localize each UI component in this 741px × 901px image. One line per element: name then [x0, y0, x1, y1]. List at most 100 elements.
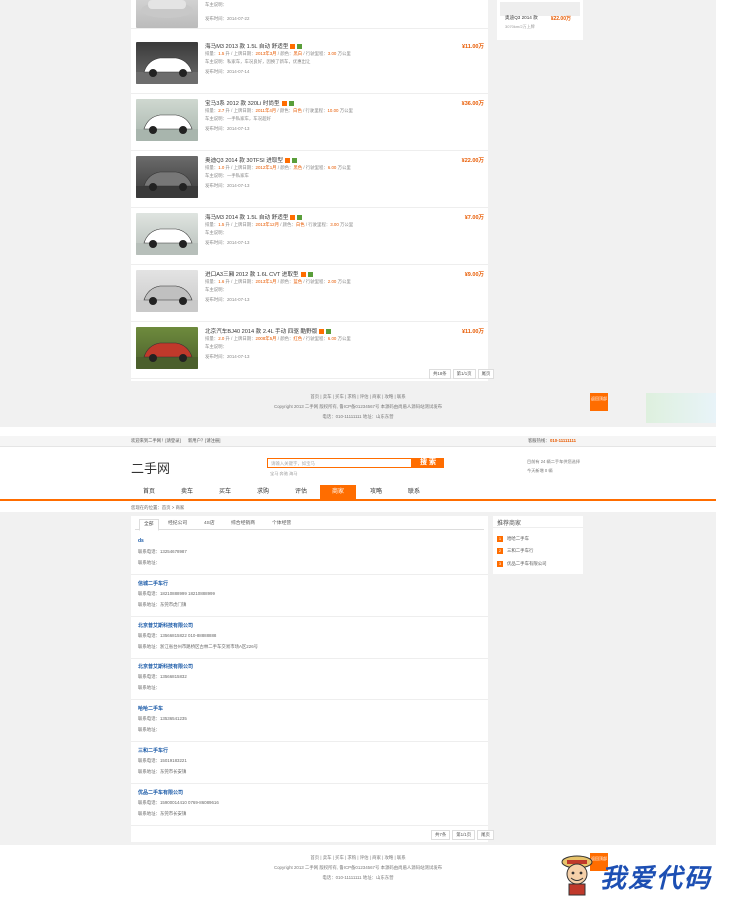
recommended-dealers: 推荐商家 1 哈哈二手车 2 三和二手车行 3 优品二手车有限公司 [493, 516, 583, 574]
car-title[interactable]: 宝马3系 2012 款 320Li 时尚型 [205, 99, 294, 107]
pager-total: 共7条 [431, 830, 451, 840]
rec-item-label[interactable]: 三和二手车行 [507, 548, 533, 553]
car-specs: 排量：2.0 升 / 上牌日期：2008年5月 / 颜色：红色 / 行驶里程：6… [205, 336, 351, 341]
dealer-address: 联系地址： [138, 685, 160, 691]
dealer-address: 联系地址：东莞市长安镇 [138, 810, 187, 816]
dealer-item[interactable]: 优品二手车有限公司 联系电话：15900014410 0769-86089616 联… [131, 784, 488, 826]
car-title-text[interactable]: 海马M3 2014 款 1.5L 自动 舒适型 [205, 215, 288, 221]
car-price: ¥7.00万 [464, 215, 484, 221]
search-input[interactable]: 请输入关键字，如宝马 [267, 458, 412, 468]
pager-last[interactable]: 尾页 [477, 830, 494, 840]
search-button[interactable]: 搜 索 [412, 458, 444, 468]
hotline-label: 客服热线： [528, 438, 550, 443]
rec-item[interactable]: 3 优品二手车有限公司 [497, 561, 547, 567]
rec-item[interactable]: 1 哈哈二手车 [497, 536, 529, 542]
dealer-name[interactable]: 北京普艾斯科技有限公司 [138, 622, 193, 629]
site-logo[interactable]: 二手网 [131, 458, 170, 477]
car-title[interactable]: 北京汽车BJ40 2014 款 2.4L 手动 四驱 酷野版 [205, 327, 332, 335]
hotline-number: 010-11111111 [550, 438, 577, 443]
welcome-text[interactable]: 欢迎来到二手网！[请登录] [131, 438, 181, 444]
tab-brokers[interactable]: 经纪公司 [164, 519, 191, 529]
dealer-item[interactable]: 哈哈二手车 联系电话：13536541235 联系地址： [131, 700, 488, 743]
listing-item[interactable]: 进口A3三厢 2012 款 1.6L CVT 进取型 ¥9.00万 排量：1.6 升… [131, 265, 488, 322]
dealer-item[interactable]: 北京普艾斯科技有限公司 联系电话：13566815832 联系地址： [131, 658, 488, 701]
footer-contact: 电话：010-11111111 地址：山东东营 [322, 414, 394, 419]
dealer-name[interactable]: 三和二手车行 [138, 747, 168, 754]
nav-item-evaluate[interactable]: 评估 [283, 485, 319, 499]
nav-item-buy[interactable]: 买车 [207, 485, 243, 499]
register-link[interactable]: 新用户？[请注册] [188, 438, 220, 444]
car-title-text[interactable]: 进口A3三厢 2012 款 1.6L CVT 进取型 [205, 272, 299, 278]
nav-item-contact[interactable]: 联系 [396, 485, 432, 499]
dealer-name[interactable]: 优品二手车有限公司 [138, 789, 183, 796]
side-thumb[interactable] [500, 2, 580, 16]
nav-item-sell[interactable]: 卖车 [169, 485, 205, 499]
car-note: 车主说明： [205, 2, 227, 7]
tag-badge [292, 158, 298, 164]
decorative-blur [646, 393, 716, 423]
tab-all[interactable]: 全部 [139, 519, 159, 531]
listing-item[interactable]: 宝马3系 2012 款 320Li 时尚型 ¥36.00万 排量：2.7 升 / 上… [131, 94, 488, 151]
car-thumbnail[interactable] [136, 42, 198, 84]
side-car-name[interactable]: 奥迪Q3 2014 款 [505, 15, 538, 21]
car-thumbnail[interactable] [136, 213, 198, 255]
nav-item-guide[interactable]: 攻略 [358, 485, 394, 499]
footer-copyright: Copyright 2013 二手网 版权所有, 鲁ICP备01234567号 … [273, 404, 443, 409]
listing-item[interactable]: 奥迪Q3 2014 款 30TFSI 进取型 ¥22.00万 排量：1.0 升 / … [131, 151, 488, 208]
car-thumbnail[interactable] [136, 0, 198, 28]
pager-page: 第1/1页 [452, 830, 476, 840]
car-thumbnail[interactable] [136, 156, 198, 198]
nav-item-home[interactable]: 首页 [131, 485, 167, 499]
dealer-name[interactable]: 信城二手车行 [138, 580, 168, 587]
car-thumbnail[interactable] [136, 99, 198, 141]
car-thumbnail[interactable] [136, 270, 198, 312]
footer-links[interactable]: 首页 | 卖车 | 买车 | 求购 | 评估 | 商家 | 攻略 | 联系 [0, 394, 716, 400]
car-date: 发布时间：2014-07-13 [205, 354, 250, 359]
car-note: 车主说明：一手私家车，车况超好 [205, 116, 271, 121]
side-panel-top: 奥迪Q3 2014 款 ¥22.00万 3070km/2万上牌 [497, 0, 583, 40]
car-title[interactable]: 海马M3 2014 款 1.5L 自动 舒适型 [205, 213, 303, 221]
car-note: 车主说明：私家车，车况良好，因换了新车，优惠出让 [205, 59, 311, 64]
dealer-item[interactable]: 三和二手车行 联系电话：15019183221 联系地址：东莞市长安镇 [131, 742, 488, 784]
car-title[interactable]: 奥迪Q3 2014 款 30TFSI 进取型 [205, 156, 298, 164]
tag-badge [307, 272, 313, 278]
rec-item-label[interactable]: 哈哈二手车 [507, 536, 529, 541]
dealer-item[interactable]: ds 联系电话：13254678987 联系地址： [131, 533, 488, 575]
nav-item-dealers[interactable]: 商家 [320, 485, 356, 499]
hot-keywords[interactable]: 宝马 奔驰 海马 [270, 471, 297, 477]
back-to-top-button[interactable]: 返回顶部 [590, 393, 608, 411]
breadcrumb[interactable]: 您现在的位置：首页 > 商家 [131, 505, 184, 511]
listing-item[interactable]: 海马M3 2014 款 1.5L 自动 舒适型 ¥7.00万 排量：1.5 升 / … [131, 208, 488, 265]
car-price: ¥11.00万 [461, 329, 484, 335]
listing-item[interactable]: 车主说明： 发布时间：2014-07-22 [131, 0, 488, 29]
car-date: 发布时间：2014-07-13 [205, 183, 250, 188]
dealer-item[interactable]: 北京普艾斯科技有限公司 联系电话：13566815822 010-88888888… [131, 617, 488, 659]
dealer-address: 联系地址：浙江省台州市路桥区古林二手车交易市场A区226号 [138, 643, 259, 649]
tab-individual[interactable]: 个体经营 [268, 519, 295, 529]
dealer-name[interactable]: 哈哈二手车 [138, 705, 163, 712]
car-title[interactable]: 海马M3 2013 款 1.5L 自动 舒适型 [205, 42, 303, 50]
car-note: 车主说明： [205, 344, 227, 349]
car-title-text[interactable]: 海马M3 2013 款 1.5L 自动 舒适型 [205, 44, 288, 50]
car-specs: 排量：1.0 升 / 上牌日期：2012年1月 / 颜色：黑色 / 行驶里程：6… [205, 165, 351, 170]
tab-dealers[interactable]: 综合经销商 [227, 519, 259, 529]
dealer-item[interactable]: 信城二手车行 联系电话：18210888999 18210888999 联系地址：东… [131, 575, 488, 617]
rec-rank-3: 3 [497, 561, 503, 567]
car-title-text[interactable]: 奥迪Q3 2014 款 30TFSI 进取型 [205, 158, 283, 164]
car-title[interactable]: 进口A3三厢 2012 款 1.6L CVT 进取型 [205, 270, 313, 278]
nav-item-wanted[interactable]: 求购 [245, 485, 281, 499]
rec-item-label[interactable]: 优品二手车有限公司 [507, 561, 547, 566]
tag-badge [281, 101, 287, 107]
pager-page: 第1/1页 [452, 369, 476, 379]
dealer-name[interactable]: 北京普艾斯科技有限公司 [138, 663, 193, 670]
car-title-text[interactable]: 北京汽车BJ40 2014 款 2.4L 手动 四驱 酷野版 [205, 329, 317, 335]
rec-item[interactable]: 2 三和二手车行 [497, 548, 533, 554]
dealer-phone: 联系电话：13536541235 [138, 716, 187, 722]
dealer-phone: 联系电话：13254678987 [138, 549, 187, 554]
pager-last[interactable]: 尾页 [477, 369, 495, 379]
car-title-text[interactable]: 宝马3系 2012 款 320Li 时尚型 [205, 101, 280, 107]
dealer-name[interactable]: ds [138, 538, 144, 544]
listing-item[interactable]: 海马M3 2013 款 1.5L 自动 舒适型 ¥11.00万 排量：1.5 升 /… [131, 37, 488, 94]
car-thumbnail[interactable] [136, 327, 198, 369]
tab-4s[interactable]: 4S店 [200, 519, 219, 529]
